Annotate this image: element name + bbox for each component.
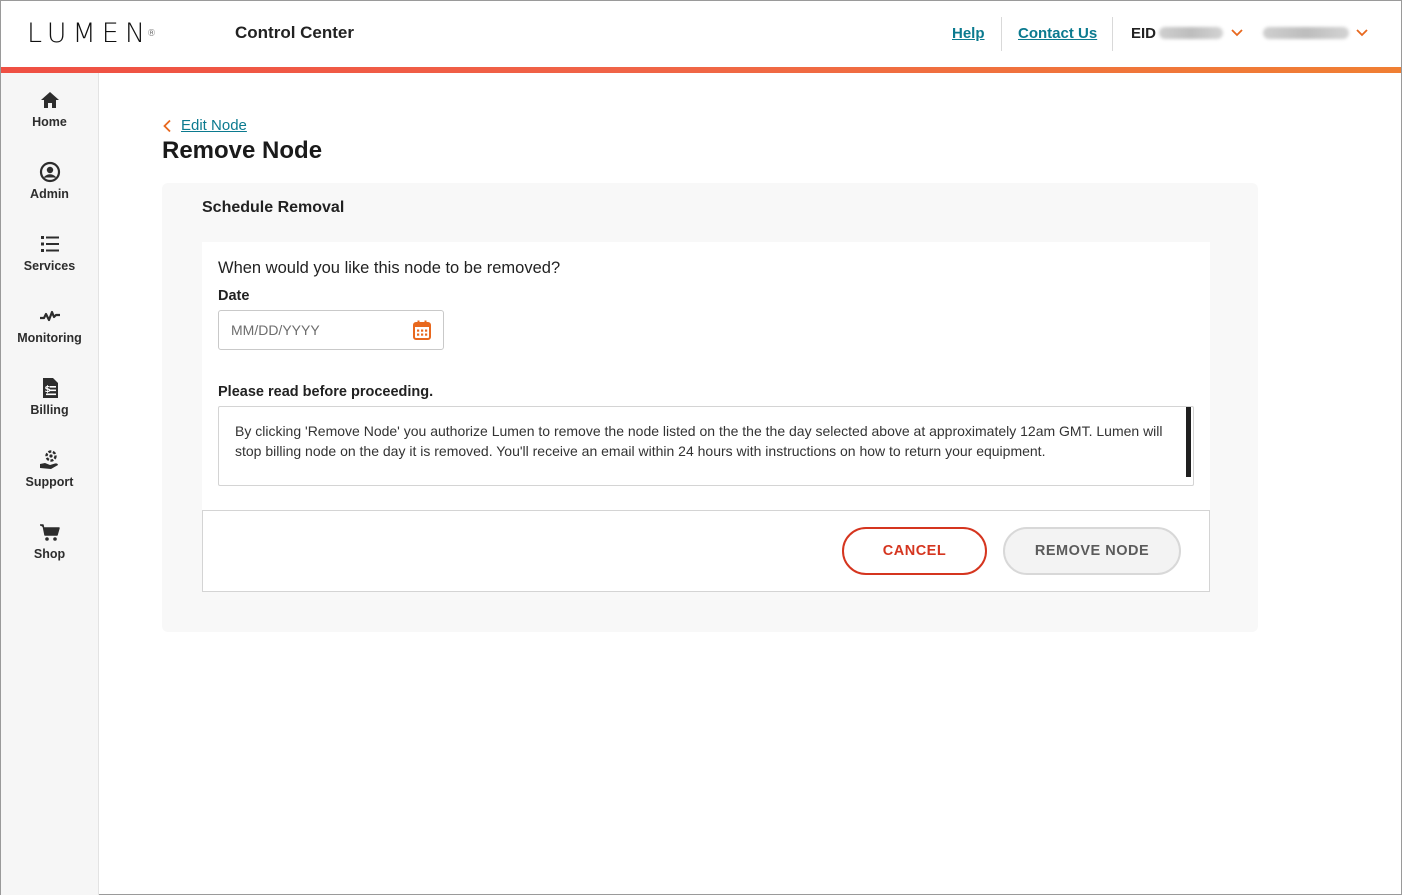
chevron-left-icon — [163, 119, 171, 132]
help-link[interactable]: Help — [952, 25, 985, 42]
cancel-button[interactable]: CANCEL — [842, 527, 987, 575]
terms-box[interactable]: By clicking 'Remove Node' you authorize … — [218, 406, 1194, 486]
sidebar-item-home[interactable]: Home — [1, 89, 98, 153]
date-label: Date — [218, 288, 250, 304]
read-before-label: Please read before proceeding. — [218, 384, 434, 400]
header-divider — [1001, 17, 1002, 51]
sidebar-item-label: Billing — [30, 403, 69, 417]
logo-registered-mark: ® — [147, 29, 157, 39]
terms-scrollbar[interactable] — [1186, 407, 1191, 477]
header-accent-bar — [1, 67, 1401, 73]
cart-icon — [39, 524, 60, 541]
sidebar-item-shop[interactable]: Shop — [1, 521, 98, 585]
page-title: Remove Node — [162, 137, 323, 164]
sidebar-item-monitoring[interactable]: Monitoring — [1, 305, 98, 369]
sidebar-item-support[interactable]: Support — [1, 449, 98, 513]
schedule-removal-card: Schedule Removal When would you like thi… — [162, 183, 1258, 632]
terms-text: By clicking 'Remove Node' you authorize … — [235, 423, 1163, 459]
sidebar-item-label: Support — [25, 475, 74, 489]
sidebar-item-label: Admin — [30, 187, 69, 201]
sidebar-item-label: Home — [32, 115, 67, 129]
header-divider — [1112, 17, 1113, 51]
date-field — [218, 310, 444, 350]
contact-us-link[interactable]: Contact Us — [1018, 25, 1097, 42]
support-icon — [39, 450, 58, 469]
calendar-icon[interactable] — [413, 320, 431, 340]
sidebar-item-services[interactable]: Services — [1, 233, 98, 297]
removal-question: When would you like this node to be remo… — [218, 259, 561, 277]
home-icon — [40, 92, 59, 108]
sidebar-item-label: Services — [23, 259, 76, 273]
card-title: Schedule Removal — [202, 199, 345, 216]
sidebar-item-admin[interactable]: Admin — [1, 161, 98, 225]
eid-label: EID — [1131, 25, 1157, 42]
lumen-logo[interactable]: LUMEN® — [27, 19, 156, 49]
edit-node-back-link[interactable]: Edit Node — [162, 117, 247, 134]
sidebar-item-label: Shop — [33, 547, 66, 561]
user-chevron-down-icon[interactable] — [1355, 25, 1369, 39]
back-link-label: Edit Node — [181, 117, 247, 134]
remove-node-button[interactable]: REMOVE NODE — [1003, 527, 1181, 575]
list-icon — [40, 236, 59, 252]
top-header: LUMEN® Control Center Help Contact Us EI… — [1, 1, 1401, 67]
sidebar-item-billing[interactable]: $ Billing — [1, 377, 98, 441]
sidebar-item-label: Monitoring — [17, 331, 82, 345]
username-redacted — [1263, 27, 1349, 39]
logo-text: LUMEN — [27, 18, 152, 49]
action-bar: CANCEL REMOVE NODE — [202, 510, 1210, 592]
pulse-icon — [39, 310, 60, 322]
form-panel: When would you like this node to be remo… — [202, 242, 1210, 511]
app-title: Control Center — [235, 23, 354, 42]
eid-chevron-down-icon[interactable] — [1230, 25, 1244, 39]
user-icon — [39, 161, 60, 183]
eid-value-redacted — [1159, 27, 1223, 39]
date-input[interactable] — [219, 311, 409, 349]
bill-icon: $ — [42, 378, 58, 398]
sidebar-nav: Home Admin Services Monitoring $ Billing — [1, 73, 99, 895]
